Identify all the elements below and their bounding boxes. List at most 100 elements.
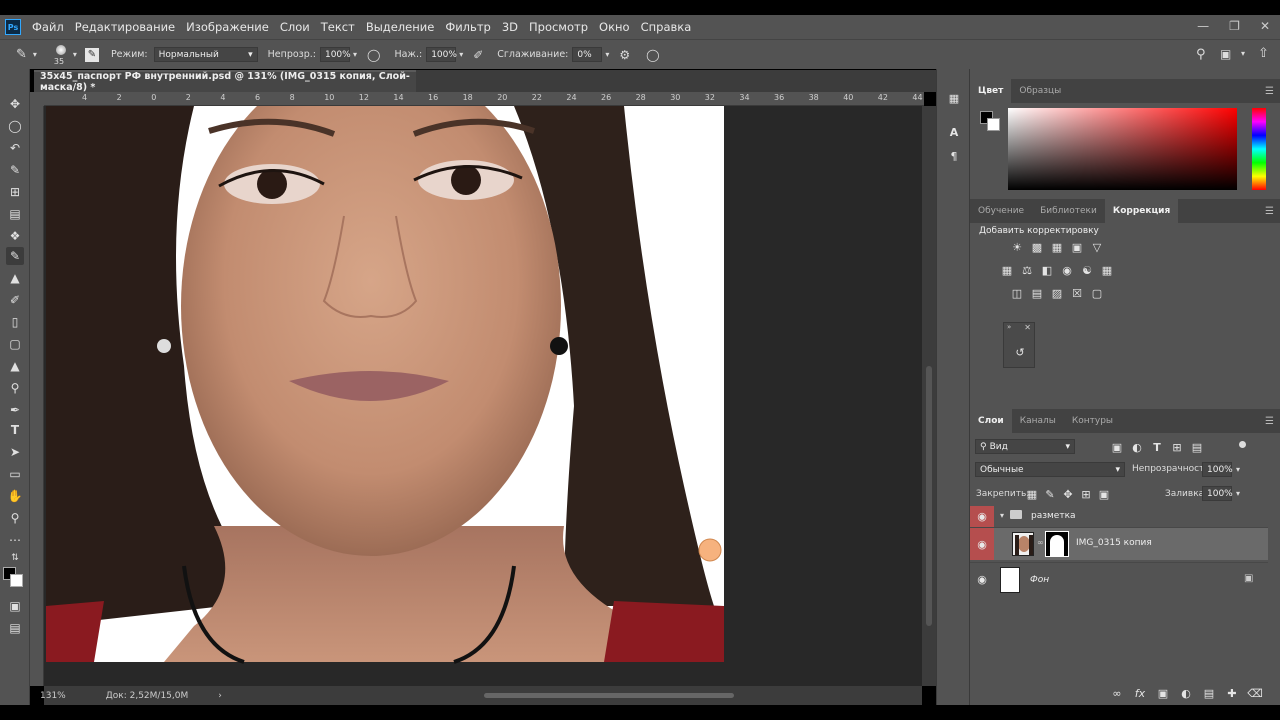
menu-file[interactable]: Файл xyxy=(32,20,64,34)
layer-mask-thumbnail[interactable] xyxy=(1045,531,1069,557)
document-canvas[interactable] xyxy=(44,106,922,686)
filter-pixel-icon[interactable]: ▣ xyxy=(1110,440,1124,454)
background-color-swatch[interactable] xyxy=(10,574,23,587)
mode-select[interactable]: Нормальный ▾ xyxy=(153,47,258,62)
tab-color[interactable]: Цвет xyxy=(970,79,1012,103)
filter-adjustment-icon[interactable]: ◐ xyxy=(1130,440,1144,454)
share-icon[interactable]: ⇧ xyxy=(1258,46,1269,61)
tab-channels[interactable]: Каналы xyxy=(1012,409,1064,433)
hue-saturation-icon[interactable]: ▦ xyxy=(1000,263,1014,277)
vertical-scrollbar-thumb[interactable] xyxy=(926,366,932,626)
type-tool-icon[interactable]: T xyxy=(6,421,24,439)
visibility-eye-icon[interactable]: ◉ xyxy=(970,528,994,560)
add-mask-icon[interactable]: ▣ xyxy=(1156,686,1170,700)
tab-libraries[interactable]: Библиотеки xyxy=(1032,199,1105,223)
path-select-tool-icon[interactable]: ➤ xyxy=(6,443,24,461)
pen-tool-icon[interactable]: ✒ xyxy=(6,401,24,419)
chevron-down-icon[interactable]: ▾ xyxy=(33,50,37,59)
swap-colors-icon[interactable]: ⇅ xyxy=(6,549,24,567)
chevron-down-icon[interactable]: ▾ xyxy=(1236,465,1240,474)
brush-panel-icon[interactable]: ✎ xyxy=(84,47,99,62)
gradient-tool-icon[interactable]: ▢ xyxy=(6,335,24,353)
canvas-area[interactable] xyxy=(44,106,922,686)
panel-menu-icon[interactable]: ☰ xyxy=(1265,86,1274,97)
chevron-down-icon[interactable]: ▾ xyxy=(605,50,609,59)
color-bg-swatch[interactable] xyxy=(987,118,1000,131)
layer-opacity-field[interactable]: 100% xyxy=(1202,462,1233,477)
menu-window[interactable]: Окно xyxy=(599,20,630,34)
lock-position-icon[interactable]: ✥ xyxy=(1061,487,1075,501)
tab-swatches[interactable]: Образцы xyxy=(1011,79,1069,103)
color-lookup-icon[interactable]: ▦ xyxy=(1100,263,1114,277)
quick-select-tool-icon[interactable]: ✎ xyxy=(6,161,24,179)
chevron-down-icon[interactable]: ▾ xyxy=(353,50,357,59)
restore-icon[interactable]: ❐ xyxy=(1229,19,1240,33)
black-white-icon[interactable]: ◧ xyxy=(1040,263,1054,277)
quick-mask-icon[interactable]: ▣ xyxy=(6,597,24,615)
photo-filter-icon[interactable]: ◉ xyxy=(1060,263,1074,277)
lock-image-icon[interactable]: ✎ xyxy=(1043,487,1057,501)
opacity-field[interactable]: 100% xyxy=(319,47,351,62)
collapse-icon[interactable]: » xyxy=(1007,323,1011,331)
chevron-down-icon[interactable]: ▾ xyxy=(73,50,77,59)
learn-panel-icon[interactable]: ▦ xyxy=(947,91,961,105)
panel-menu-icon[interactable]: ☰ xyxy=(1265,206,1274,217)
menu-edit[interactable]: Редактирование xyxy=(75,20,175,34)
minimize-icon[interactable]: — xyxy=(1197,19,1209,33)
fill-field[interactable]: 100% xyxy=(1202,486,1233,501)
filter-smart-object-icon[interactable]: ▤ xyxy=(1190,440,1204,454)
layer-row-background[interactable]: ◉ Фон ▣ xyxy=(970,562,1268,596)
menu-filter[interactable]: Фильтр xyxy=(445,20,491,34)
menu-help[interactable]: Справка xyxy=(641,20,692,34)
hue-slider[interactable] xyxy=(1252,108,1266,190)
menu-image[interactable]: Изображение xyxy=(186,20,269,34)
search-icon[interactable]: ⚲ xyxy=(1196,47,1206,62)
link-layers-icon[interactable]: ∞ xyxy=(1110,686,1124,700)
menu-view[interactable]: Просмотр xyxy=(529,20,588,34)
gradient-map-icon[interactable]: ▢ xyxy=(1090,286,1104,300)
screen-mode-icon[interactable]: ▤ xyxy=(6,619,24,637)
zoom-level[interactable]: 131% xyxy=(40,691,66,701)
chevron-down-icon[interactable]: ▾ xyxy=(1000,511,1004,520)
filter-toggle[interactable] xyxy=(1239,441,1246,448)
new-layer-icon[interactable]: ✚ xyxy=(1225,686,1239,700)
invert-icon[interactable]: ◫ xyxy=(1010,286,1024,300)
channel-mixer-icon[interactable]: ☯ xyxy=(1080,263,1094,277)
character-panel-icon[interactable]: A xyxy=(947,125,961,139)
curves-icon[interactable]: ▦ xyxy=(1050,240,1064,254)
eraser-tool-icon[interactable]: ▯ xyxy=(6,313,24,331)
blend-mode-select[interactable]: Обычные ▾ xyxy=(975,462,1125,477)
paragraph-panel-icon[interactable]: ¶ xyxy=(947,149,961,163)
layer-row-group[interactable]: ◉ ▾ разметка xyxy=(970,506,1268,528)
brush-preset-picker[interactable]: 35 xyxy=(51,42,71,68)
link-icon[interactable]: ∞ xyxy=(1037,538,1044,547)
gear-icon[interactable]: ⚙ xyxy=(619,48,630,62)
brush-tool-icon[interactable]: ✎ xyxy=(16,47,27,62)
levels-icon[interactable]: ▩ xyxy=(1030,240,1044,254)
move-tool-icon[interactable]: ✥ xyxy=(6,95,24,113)
brightness-icon[interactable]: ☀ xyxy=(1010,240,1024,254)
visibility-eye-icon[interactable]: ◉ xyxy=(970,506,994,527)
menu-select[interactable]: Выделение xyxy=(366,20,435,34)
menu-layers[interactable]: Слои xyxy=(280,20,310,34)
lock-all-icon[interactable]: ▣ xyxy=(1097,487,1111,501)
hand-tool-icon[interactable]: ✋ xyxy=(6,487,24,505)
vertical-scrollbar[interactable] xyxy=(922,106,936,686)
panel-menu-icon[interactable]: ☰ xyxy=(1265,416,1274,427)
healing-tool-icon[interactable]: ❖ xyxy=(6,227,24,245)
history-brush-tool-icon[interactable]: ✐ xyxy=(6,291,24,309)
tab-layers[interactable]: Слои xyxy=(970,409,1012,433)
shape-tool-icon[interactable]: ▭ xyxy=(6,465,24,483)
chevron-down-icon[interactable]: ▾ xyxy=(459,50,463,59)
threshold-icon[interactable]: ▨ xyxy=(1050,286,1064,300)
new-adjustment-icon[interactable]: ◐ xyxy=(1179,686,1193,700)
airbrush-icon[interactable]: ✐ xyxy=(473,48,483,62)
brush-tool-icon[interactable]: ✎ xyxy=(6,247,24,265)
tab-paths[interactable]: Контуры xyxy=(1064,409,1121,433)
zoom-tool-icon[interactable]: ⚲ xyxy=(6,509,24,527)
new-group-icon[interactable]: ▤ xyxy=(1202,686,1216,700)
lasso-tool-icon[interactable]: ↶ xyxy=(6,139,24,157)
stamp-tool-icon[interactable]: ▲ xyxy=(6,269,24,287)
workspace-icon[interactable]: ▣ xyxy=(1220,47,1231,61)
horizontal-scrollbar-thumb[interactable] xyxy=(484,693,734,698)
